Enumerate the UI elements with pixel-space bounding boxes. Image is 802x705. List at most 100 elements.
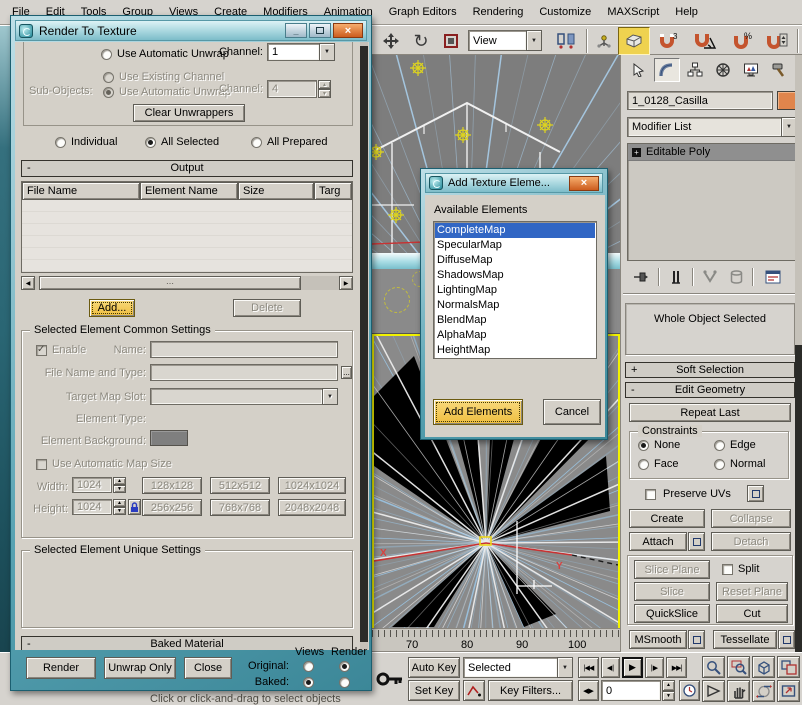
element-name-field[interactable]: [150, 341, 338, 358]
configure-modifier-sets-icon[interactable]: [761, 267, 785, 287]
snaps-toggle-icon[interactable]: [618, 27, 650, 55]
selection-set-dropdown[interactable]: Selected ▼: [463, 657, 573, 678]
keyboard-shortcut-override-icon[interactable]: [376, 667, 404, 691]
tab-create[interactable]: [626, 58, 652, 82]
list-item-diffusemap[interactable]: DiffuseMap: [435, 253, 595, 268]
close-icon[interactable]: ×: [569, 176, 599, 191]
select-and-rotate-icon[interactable]: ↻: [408, 28, 434, 54]
spinner-snap-toggle-icon[interactable]: [762, 28, 792, 54]
height-spinner[interactable]: ▲ ▼: [113, 499, 126, 515]
list-item-completemap[interactable]: CompleteMap: [435, 223, 595, 238]
element-background-swatch[interactable]: [150, 430, 188, 446]
available-elements-listbox[interactable]: CompleteMap SpecularMap DiffuseMap Shado…: [433, 221, 597, 359]
spin-up-icon[interactable]: ▲: [318, 80, 331, 89]
list-item-heightmap[interactable]: HeightMap: [435, 343, 595, 358]
original-render-radio[interactable]: [339, 661, 350, 672]
target-map-slot-dropdown[interactable]: ▼: [150, 388, 338, 405]
use-existing-channel-radio[interactable]: [103, 72, 114, 83]
frame-spinner[interactable]: ▲ ▼: [662, 680, 675, 701]
command-panel-scrollbar-thumb[interactable]: [795, 345, 802, 655]
constraint-none-radio[interactable]: [638, 440, 649, 451]
constraint-normal-radio[interactable]: [714, 459, 725, 470]
constraint-face-radio[interactable]: [638, 459, 649, 470]
mirror-icon[interactable]: [552, 28, 580, 54]
browse-button[interactable]: ...: [341, 366, 352, 379]
size-128-button[interactable]: 128x128: [142, 477, 202, 494]
tab-hierarchy[interactable]: [682, 58, 708, 82]
menu-customize[interactable]: Customize: [531, 6, 599, 18]
chevron-down-icon[interactable]: ▼: [557, 657, 573, 678]
spin-down-icon[interactable]: ▼: [662, 691, 675, 702]
auto-key-button[interactable]: Auto Key: [408, 657, 460, 678]
enable-checkbox[interactable]: [36, 345, 47, 356]
attach-options-button[interactable]: [688, 532, 705, 551]
column-size[interactable]: Size: [238, 182, 314, 200]
column-target[interactable]: Targ: [314, 182, 352, 200]
modifier-stack[interactable]: + Editable Poly: [627, 143, 797, 261]
unwrap-only-button[interactable]: Unwrap Only: [104, 657, 176, 679]
size-256-button[interactable]: 256x256: [142, 499, 202, 516]
size-lock-button[interactable]: [128, 499, 141, 515]
chevron-down-icon[interactable]: ▼: [526, 30, 542, 51]
spin-down-icon[interactable]: ▼: [113, 485, 126, 493]
size-2048-button[interactable]: 2048x2048: [278, 499, 346, 516]
key-filters-button[interactable]: Key Filters...: [488, 680, 573, 701]
stack-item-editable-poly[interactable]: + Editable Poly: [628, 144, 796, 161]
column-element-name[interactable]: Element Name: [140, 182, 238, 200]
quickslice-button[interactable]: QuickSlice: [634, 604, 710, 623]
clear-unwrappers-button[interactable]: Clear Unwrappers: [133, 104, 245, 122]
pan-button[interactable]: [727, 680, 750, 702]
original-views-radio[interactable]: [303, 661, 314, 672]
expand-plus-icon[interactable]: +: [632, 148, 641, 157]
select-and-manipulate-icon[interactable]: [592, 28, 616, 54]
percent-snap-toggle-icon[interactable]: %: [728, 28, 758, 54]
size-768-button[interactable]: 768x768: [210, 499, 270, 516]
create-button[interactable]: Create: [629, 509, 705, 528]
add-elements-button[interactable]: Add Elements: [433, 399, 523, 425]
width-spinner[interactable]: ▲ ▼: [113, 477, 126, 493]
slice-button[interactable]: Slice: [634, 582, 710, 601]
next-frame-button[interactable]: |▶: [645, 657, 664, 678]
time-configuration-button[interactable]: [679, 680, 700, 701]
spin-down-icon[interactable]: ▼: [113, 507, 126, 515]
rollup-edit-geometry[interactable]: - Edit Geometry: [625, 382, 795, 398]
show-end-result-icon[interactable]: [665, 267, 687, 287]
repeat-last-button[interactable]: Repeat Last: [629, 403, 791, 422]
cut-button[interactable]: Cut: [716, 604, 788, 623]
list-item-specularmap[interactable]: SpecularMap: [435, 238, 595, 253]
spin-up-icon[interactable]: ▲: [113, 477, 126, 485]
baked-views-radio[interactable]: [303, 677, 314, 688]
menu-rendering[interactable]: Rendering: [465, 6, 532, 18]
tab-display[interactable]: [738, 58, 764, 82]
list-item-lightingmap[interactable]: LightingMap: [435, 283, 595, 298]
current-frame-field[interactable]: 0: [601, 680, 661, 701]
baked-render-radio[interactable]: [339, 677, 350, 688]
column-file-name[interactable]: File Name: [22, 182, 140, 200]
zoom-button[interactable]: [702, 656, 725, 678]
rollup-soft-selection[interactable]: + Soft Selection: [625, 362, 795, 378]
cancel-button[interactable]: Cancel: [543, 399, 601, 425]
tab-utilities[interactable]: [766, 58, 792, 82]
menu-maxscript[interactable]: MAXScript: [599, 6, 667, 18]
previous-frame-button[interactable]: ◀|: [601, 657, 620, 678]
tessellate-button[interactable]: Tessellate: [713, 630, 777, 649]
use-automatic-unwrap-radio[interactable]: [101, 49, 112, 60]
maximize-viewport-toggle-button[interactable]: [777, 680, 800, 702]
menu-graph-editors[interactable]: Graph Editors: [381, 6, 465, 18]
field-of-view-button[interactable]: [702, 680, 725, 702]
play-button[interactable]: ▶: [622, 657, 643, 678]
timeline-ruler[interactable]: 70 80 90 100: [372, 628, 620, 652]
close-button[interactable]: Close: [184, 657, 232, 679]
add-button[interactable]: Add...: [89, 299, 135, 317]
channel2-field[interactable]: 4: [267, 80, 317, 98]
collapse-button[interactable]: Collapse: [711, 509, 791, 528]
output-hscrollbar[interactable]: ◀ ⋯ ▶: [21, 276, 353, 290]
individual-radio[interactable]: [55, 137, 66, 148]
detach-button[interactable]: Detach: [711, 532, 791, 551]
all-prepared-radio[interactable]: [251, 137, 262, 148]
channel-dropdown[interactable]: 1 ▼: [267, 43, 335, 61]
select-and-scale-icon[interactable]: [438, 28, 464, 54]
go-to-start-button[interactable]: |◀◀: [578, 657, 599, 678]
menu-help[interactable]: Help: [667, 6, 706, 18]
snap-toggle-3d-icon[interactable]: 3: [654, 28, 684, 54]
